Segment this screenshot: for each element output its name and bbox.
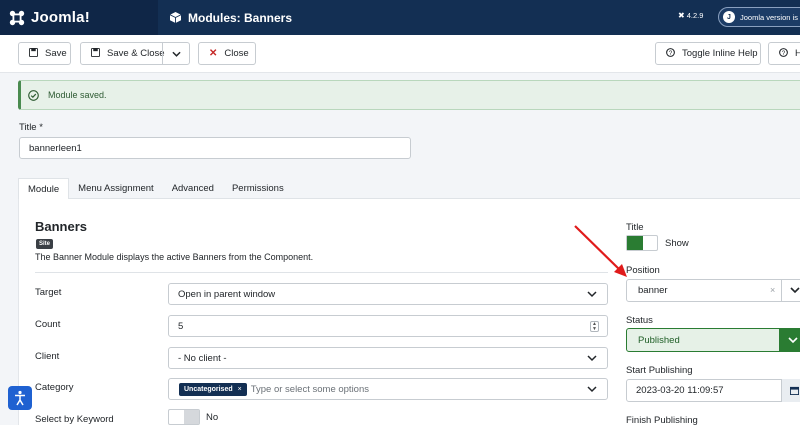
toolbar: Save Save & Close ✕ Close ? Toggle Inlin…	[0, 35, 800, 73]
tab-module[interactable]: Module	[18, 178, 70, 200]
close-icon: ✕	[209, 48, 218, 59]
top-header: Joomla! Modules: Banners ✖ 4.2.9 J Jooml…	[0, 0, 800, 35]
remove-chip-icon[interactable]: ×	[238, 386, 242, 393]
number-spinner-icon[interactable]: ▲ ▼	[590, 321, 599, 332]
save-icon	[91, 47, 100, 60]
keyword-label: Select by Keyword	[35, 414, 114, 425]
help-icon: ?	[779, 47, 788, 60]
svg-text:?: ?	[782, 49, 786, 56]
status-label: Status	[626, 315, 653, 326]
version-label: ✖ 4.2.9	[678, 11, 704, 20]
save-close-button[interactable]: Save & Close	[80, 42, 190, 65]
module-name: Banners	[35, 219, 88, 234]
success-alert: Module saved.	[18, 80, 800, 110]
clear-icon[interactable]: ×	[770, 285, 775, 295]
help-button[interactable]: ? H	[768, 42, 800, 65]
check-circle-icon	[28, 89, 39, 101]
svg-text:?: ?	[669, 49, 673, 56]
tab-advanced[interactable]: Advanced	[163, 178, 223, 199]
count-label: Count	[35, 319, 61, 330]
save-options-dropdown[interactable]	[162, 43, 189, 64]
joomla-small-icon: ✖	[678, 11, 685, 20]
joomla-logo[interactable]: Joomla!	[0, 0, 158, 35]
alert-message: Module saved.	[48, 90, 107, 100]
divider	[35, 272, 608, 273]
client-select[interactable]: - No client -	[168, 347, 608, 369]
page-title: Modules: Banners	[188, 10, 293, 25]
position-dropdown-toggle[interactable]	[781, 280, 800, 301]
keyword-toggle[interactable]	[168, 409, 200, 425]
joomla-update-icon: J	[723, 11, 735, 23]
target-label: Target	[35, 287, 62, 298]
tab-menu-assignment[interactable]: Menu Assignment	[69, 178, 163, 199]
close-button[interactable]: ✕ Close	[198, 42, 256, 65]
start-publishing-input[interactable]: 2023-03-20 11:09:57	[626, 379, 800, 402]
chevron-down-icon	[587, 386, 597, 393]
calendar-icon[interactable]	[781, 379, 800, 402]
title-show-text: Show	[665, 238, 689, 249]
keyword-toggle-text: No	[206, 412, 219, 423]
position-label: Position	[626, 265, 660, 276]
status-dropdown-toggle[interactable]	[779, 329, 800, 351]
chevron-down-icon	[171, 51, 181, 57]
status-select[interactable]: Published	[626, 328, 800, 352]
title-input[interactable]: bannerleen1	[19, 137, 411, 159]
save-icon	[29, 47, 38, 60]
client-label: Client	[35, 351, 60, 362]
start-publishing-label: Start Publishing	[626, 365, 693, 376]
site-badge: Site	[36, 239, 54, 249]
target-select[interactable]: Open in parent window	[168, 283, 608, 305]
accessibility-button[interactable]	[8, 386, 32, 410]
position-select[interactable]: banner ×	[626, 279, 800, 302]
update-notice[interactable]: J Joomla version is 4.	[718, 7, 800, 27]
annotation-arrow	[574, 225, 627, 277]
tab-bar: Module Menu Assignment Advanced Permissi…	[18, 178, 800, 200]
chevron-down-icon	[587, 355, 597, 362]
chevron-down-icon	[789, 287, 800, 294]
help-icon: ?	[666, 47, 675, 60]
tab-permissions[interactable]: Permissions	[223, 178, 293, 199]
title-label: Title *	[19, 122, 43, 133]
chevron-down-icon	[587, 291, 597, 298]
category-placeholder: Type or select some options	[250, 383, 370, 395]
module-description: The Banner Module displays the active Ba…	[35, 252, 314, 262]
category-label: Category	[35, 382, 74, 393]
count-input[interactable]: 5 ▲ ▼	[168, 315, 608, 337]
toggle-inline-help-button[interactable]: ? Toggle Inline Help	[655, 42, 761, 65]
logo-text: Joomla!	[31, 9, 90, 26]
page-title-area: Modules: Banners	[170, 0, 292, 35]
chevron-down-icon	[788, 336, 798, 343]
accessibility-icon	[15, 390, 25, 406]
category-select[interactable]: Uncategorised × Type or select some opti…	[168, 378, 608, 400]
title-show-toggle[interactable]	[626, 235, 658, 251]
joomla-logo-icon	[9, 10, 25, 25]
save-button[interactable]: Save	[18, 42, 71, 65]
category-chip[interactable]: Uncategorised ×	[179, 382, 247, 396]
finish-publishing-label: Finish Publishing	[626, 415, 698, 425]
cube-icon	[170, 12, 181, 23]
